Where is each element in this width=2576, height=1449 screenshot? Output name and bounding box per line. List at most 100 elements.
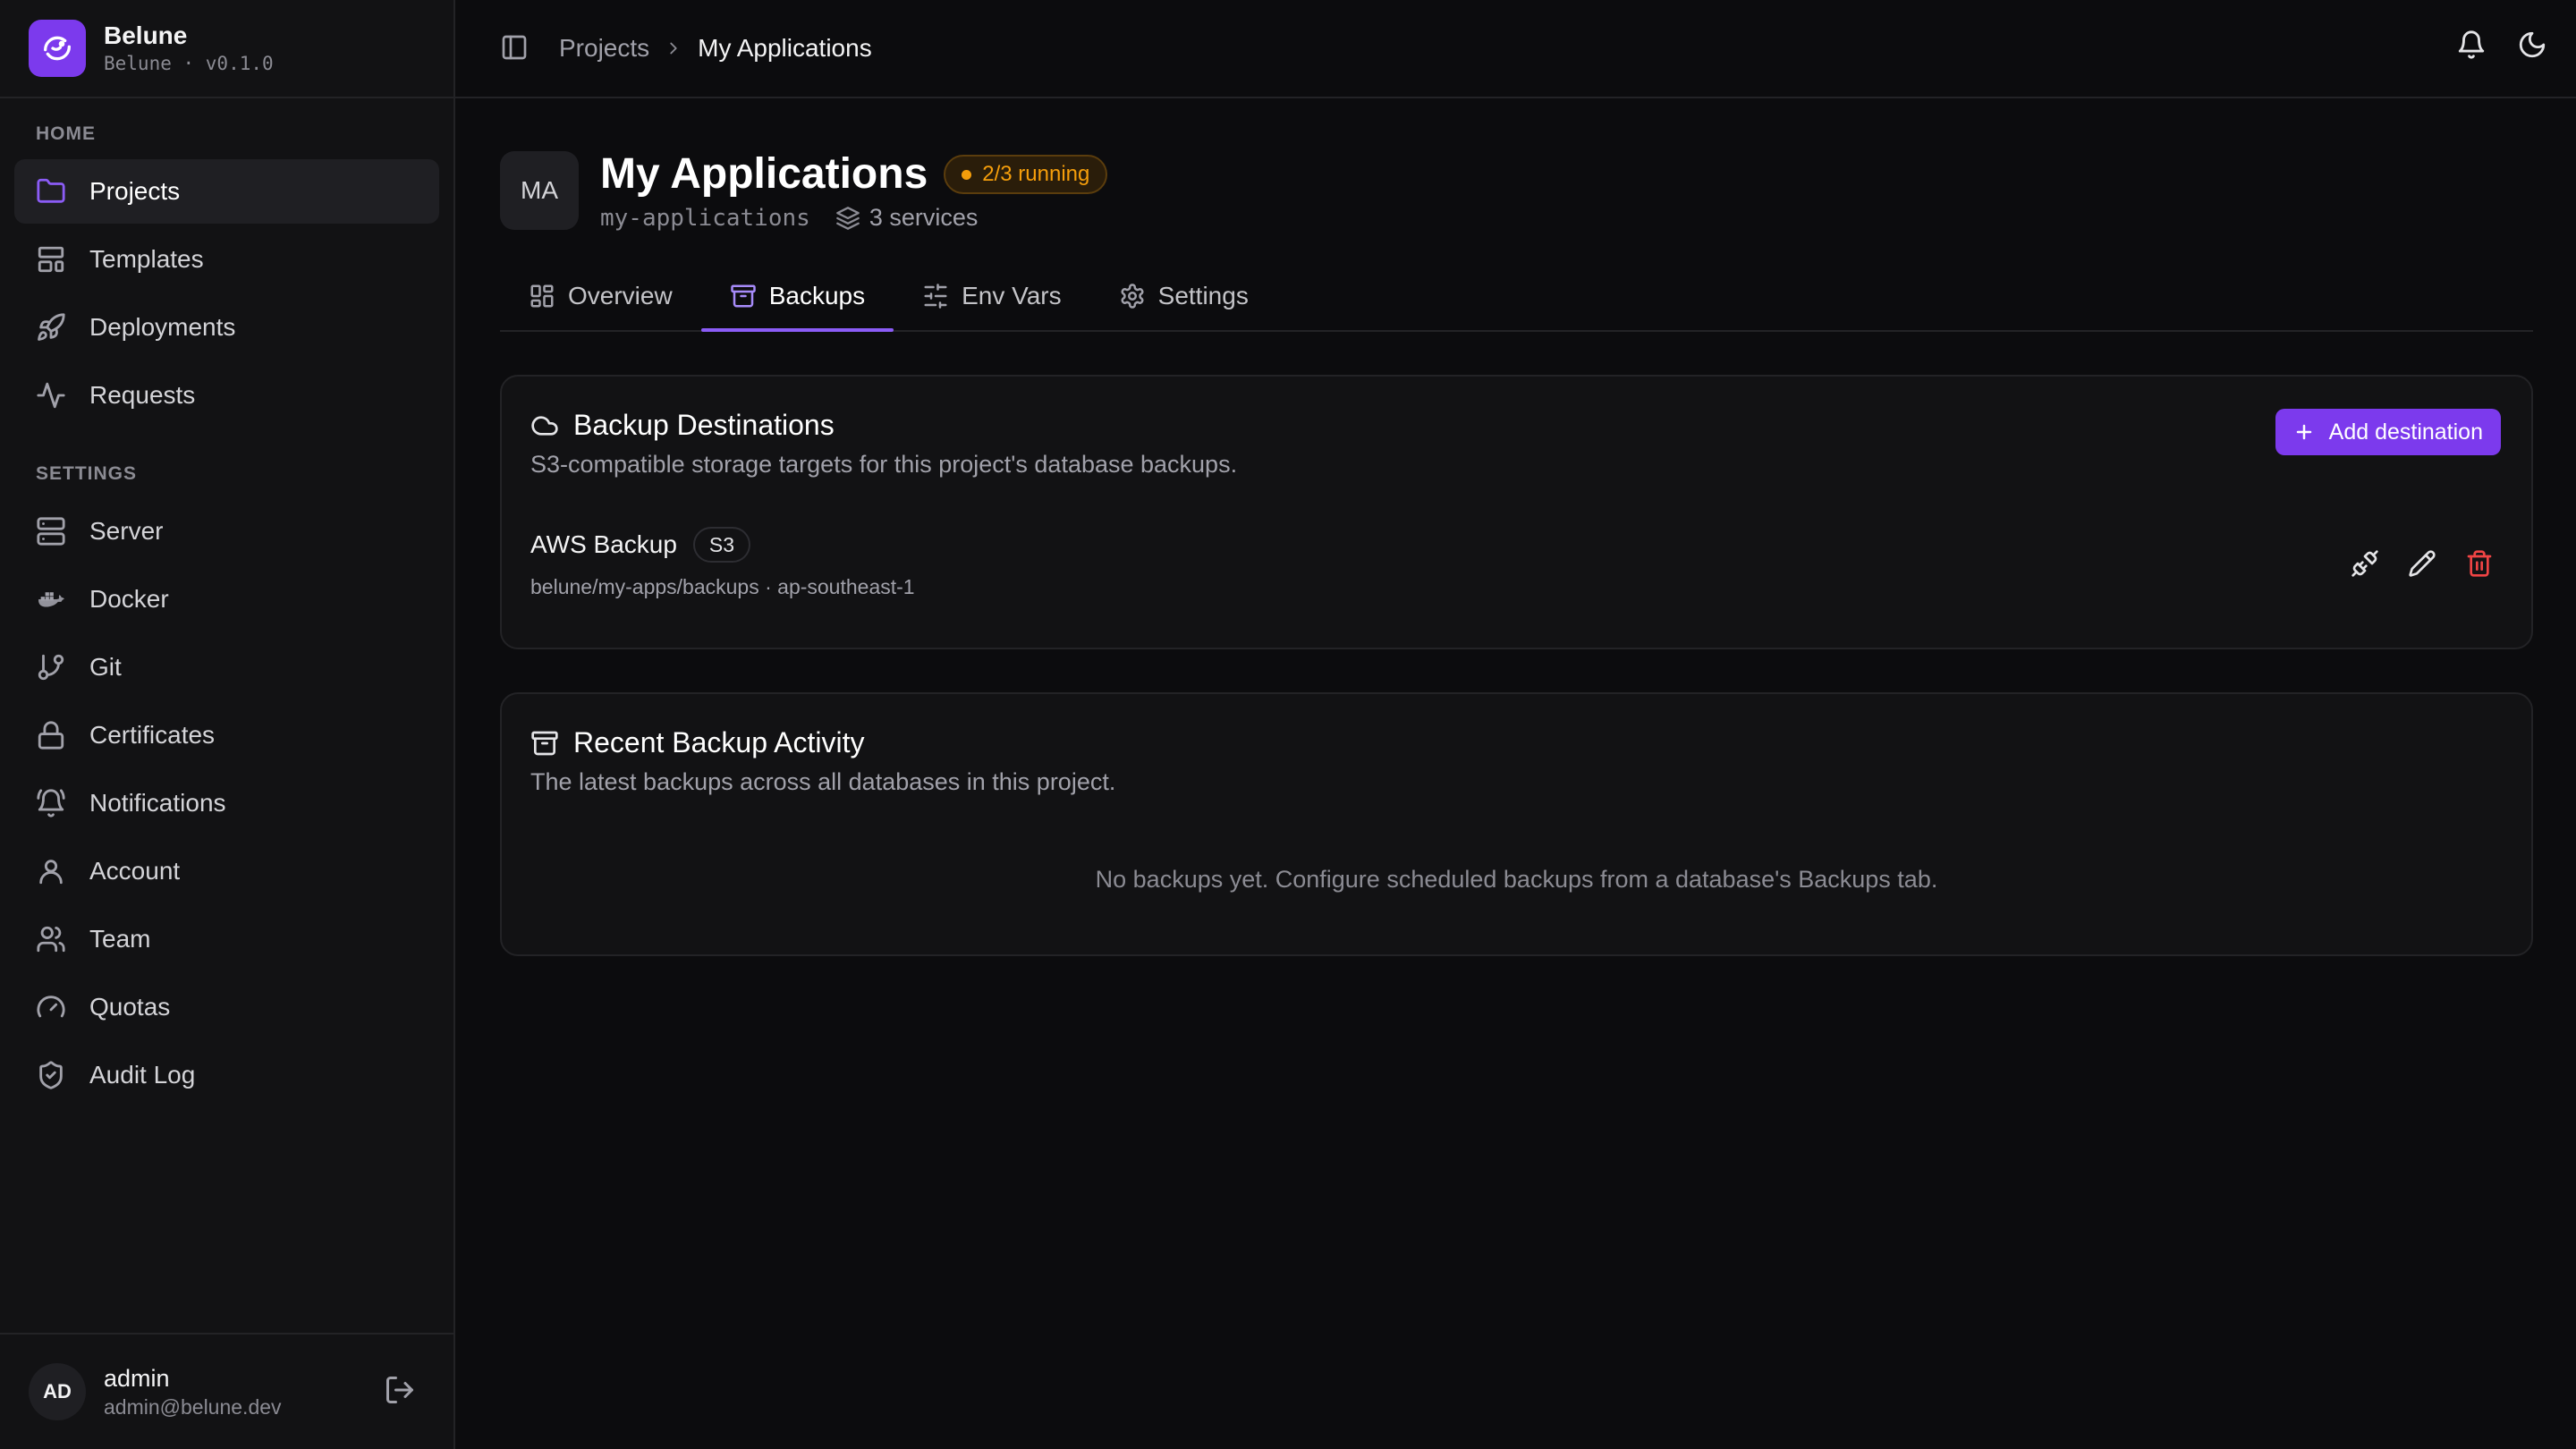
docker-icon <box>36 584 66 614</box>
gear-icon <box>1119 283 1146 309</box>
sidebar-item-label: Templates <box>89 245 204 273</box>
project-header: MA My Applications 2/3 running my-applic… <box>500 148 2533 232</box>
sidebar-item-label: Quotas <box>89 993 171 1021</box>
logout-icon[interactable] <box>384 1374 419 1410</box>
shield-check-icon <box>36 1060 66 1090</box>
destination-type-badge: S3 <box>692 527 751 563</box>
sidebar-item-label: Notifications <box>89 789 226 817</box>
plus-icon <box>2293 421 2315 443</box>
test-connection-icon[interactable] <box>2351 549 2379 578</box>
card-title: Recent Backup Activity <box>573 726 865 758</box>
sidebar-toggle-icon[interactable] <box>500 33 530 64</box>
sliders-icon <box>922 283 949 309</box>
sidebar-item-git[interactable]: Git <box>14 635 439 699</box>
lock-icon <box>36 720 66 750</box>
avatar[interactable]: AD <box>29 1363 86 1420</box>
bell-icon[interactable] <box>2456 30 2488 62</box>
destination-name: AWS Backup <box>530 530 677 558</box>
server-icon <box>36 516 66 547</box>
add-destination-button[interactable]: Add destination <box>2275 409 2501 455</box>
layout-template-icon <box>36 244 66 275</box>
tab-label: Backups <box>768 282 866 309</box>
folder-icon <box>36 176 66 207</box>
brand-header[interactable]: Belune Belune · v0.1.0 <box>0 0 453 98</box>
sidebar-item-projects[interactable]: Projects <box>14 159 439 224</box>
tab-label: Settings <box>1157 282 1249 309</box>
card-description: The latest backups across all databases … <box>530 768 1116 795</box>
sidebar-item-docker[interactable]: Docker <box>14 567 439 631</box>
tab-label: Env Vars <box>962 282 1062 309</box>
tab-bar: Overview Backups Env Vars Settings <box>500 262 2533 332</box>
sidebar-item-team[interactable]: Team <box>14 907 439 971</box>
destination-path: belune/my-apps/backups · ap-southeast-1 <box>530 575 915 598</box>
project-avatar: MA <box>500 150 579 230</box>
services-text: 3 services <box>869 204 979 231</box>
layout-grid-icon <box>529 283 555 309</box>
tab-env-vars[interactable]: Env Vars <box>894 262 1090 330</box>
card-title: Backup Destinations <box>573 409 835 441</box>
status-text: 2/3 running <box>982 162 1090 186</box>
bell-ring-icon <box>36 788 66 818</box>
breadcrumb-projects[interactable]: Projects <box>559 34 649 63</box>
sidebar-item-templates[interactable]: Templates <box>14 227 439 292</box>
brand-name: Belune <box>104 21 188 49</box>
trash-icon[interactable] <box>2465 549 2494 578</box>
brand-logo-icon <box>29 20 86 77</box>
activity-icon <box>36 380 66 411</box>
sidebar: Belune Belune · v0.1.0 HOME Projects Tem… <box>0 0 455 1449</box>
topbar: Projects My Applications <box>455 0 2576 98</box>
tab-settings[interactable]: Settings <box>1090 262 1277 330</box>
user-name: admin <box>104 1365 170 1392</box>
gauge-icon <box>36 992 66 1022</box>
sidebar-item-label: Audit Log <box>89 1061 196 1089</box>
sidebar-item-label: Deployments <box>89 313 236 341</box>
empty-state-message: No backups yet. Configure scheduled back… <box>1095 866 1938 893</box>
user-icon <box>36 856 66 886</box>
users-icon <box>36 924 66 954</box>
archive-icon <box>730 283 757 309</box>
sidebar-item-label: Requests <box>89 381 196 409</box>
section-label-settings: SETTINGS <box>36 463 138 484</box>
sidebar-item-notifications[interactable]: Notifications <box>14 771 439 835</box>
section-label-home: HOME <box>36 123 96 144</box>
sidebar-item-certificates[interactable]: Certificates <box>14 703 439 767</box>
list-item: AWS Backup S3 belune/my-apps/backups · a… <box>502 479 2531 648</box>
rocket-icon <box>36 312 66 343</box>
sidebar-item-label: Projects <box>89 177 181 205</box>
sidebar-item-label: Account <box>89 857 181 885</box>
main-area: Projects My Applications MA My Applicati… <box>455 0 2576 1449</box>
sidebar-item-label: Certificates <box>89 721 216 749</box>
sidebar-item-requests[interactable]: Requests <box>14 363 439 428</box>
git-branch-icon <box>36 652 66 682</box>
cloud-icon <box>530 411 559 440</box>
user-email: admin@belune.dev <box>104 1395 282 1419</box>
sidebar-item-account[interactable]: Account <box>14 839 439 903</box>
services-count: 3 services <box>835 204 979 232</box>
layers-icon <box>835 206 860 231</box>
sidebar-item-label: Docker <box>89 585 169 613</box>
page-title: My Applications <box>600 150 928 198</box>
user-footer: AD admin admin@belune.dev <box>0 1333 453 1449</box>
tab-label: Overview <box>568 282 673 309</box>
status-dot-icon <box>962 169 972 180</box>
project-slug: my-applications <box>600 204 810 232</box>
status-badge: 2/3 running <box>944 155 1108 194</box>
add-destination-label: Add destination <box>2328 419 2483 445</box>
card-description: S3-compatible storage targets for this p… <box>530 451 1238 478</box>
backup-destinations-card: Backup Destinations S3-compatible storag… <box>500 375 2533 649</box>
sidebar-item-quotas[interactable]: Quotas <box>14 975 439 1039</box>
recent-backup-activity-card: Recent Backup Activity The latest backup… <box>500 692 2533 956</box>
moon-icon[interactable] <box>2517 30 2549 62</box>
sidebar-item-label: Git <box>89 653 122 681</box>
pencil-icon[interactable] <box>2408 549 2436 578</box>
sidebar-item-audit-log[interactable]: Audit Log <box>14 1043 439 1107</box>
archive-icon <box>530 729 559 758</box>
sidebar-item-server[interactable]: Server <box>14 499 439 564</box>
chevron-right-icon <box>664 38 683 58</box>
breadcrumb-current: My Applications <box>698 34 872 62</box>
sidebar-item-label: Team <box>89 925 151 953</box>
brand-version: Belune · v0.1.0 <box>104 53 274 74</box>
sidebar-item-deployments[interactable]: Deployments <box>14 295 439 360</box>
tab-overview[interactable]: Overview <box>500 262 701 330</box>
tab-backups[interactable]: Backups <box>700 262 894 332</box>
